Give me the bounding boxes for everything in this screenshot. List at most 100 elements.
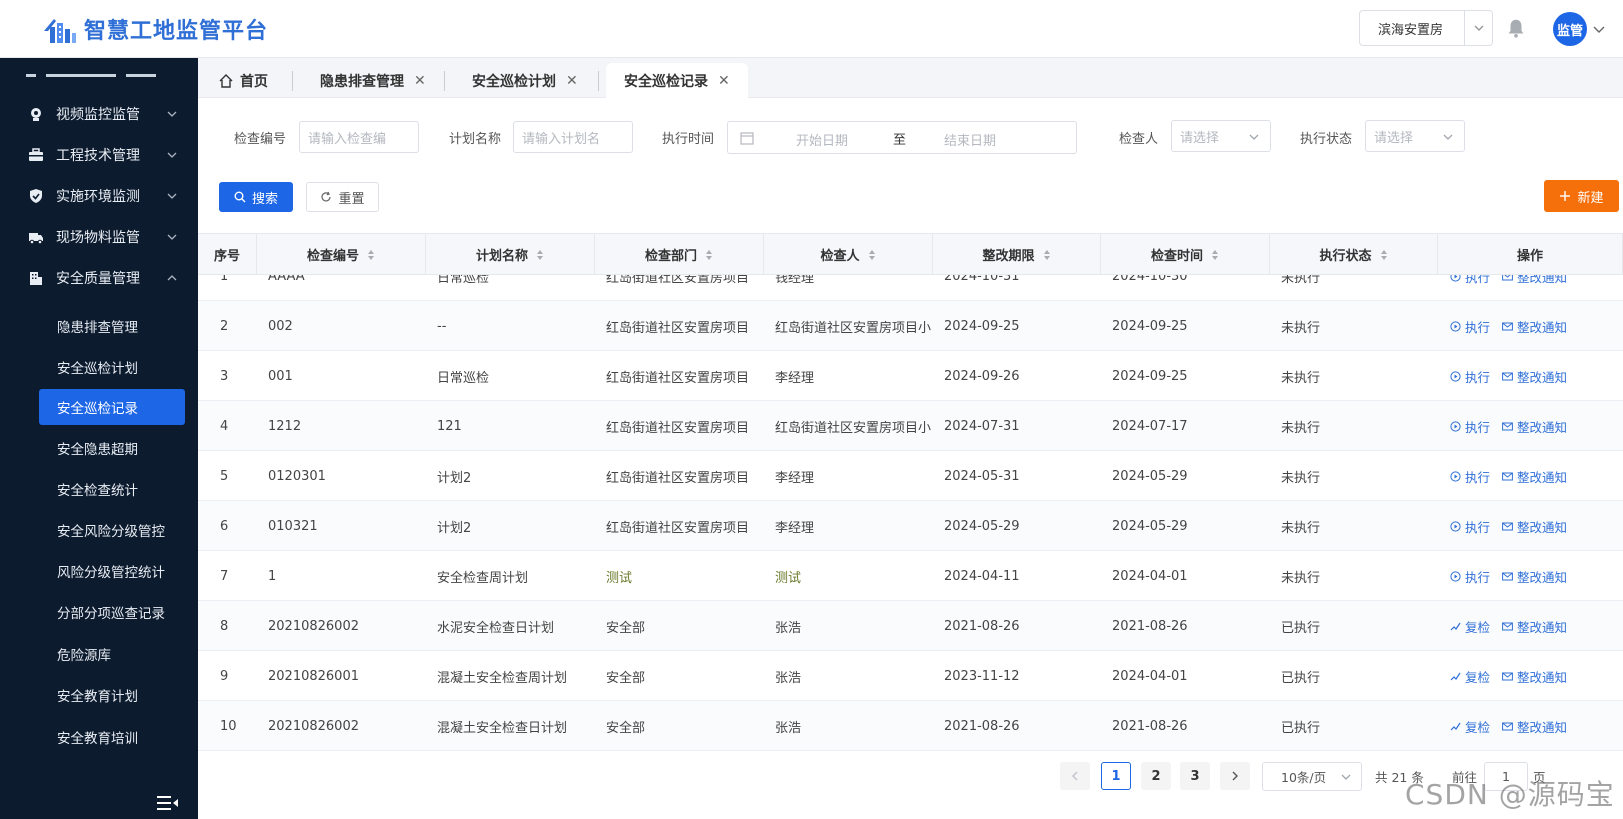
cell-dept: 安全部 (606, 670, 646, 686)
sidebar-menu-safety-quality[interactable]: 安全质量管理 (0, 258, 198, 298)
sort-icon[interactable] (1211, 249, 1219, 261)
sort-icon[interactable] (1043, 249, 1051, 261)
rectify-notice-button[interactable]: 整改通知 (1502, 367, 1567, 386)
chevron-down-icon (167, 193, 177, 199)
rectify-notice-button[interactable]: 整改通知 (1502, 317, 1567, 336)
page-button-2[interactable]: 2 (1141, 762, 1171, 790)
cell-actions: 执行 整改通知 (1450, 401, 1567, 451)
filter-inspector-select[interactable]: 请选择 (1171, 120, 1271, 152)
tab-label: 安全巡检计划 (472, 73, 556, 90)
sidebar-item-hazard-source[interactable]: 危险源库 (39, 636, 185, 672)
cell-code: 1 (268, 568, 277, 584)
action-label: 整改通知 (1517, 369, 1568, 385)
sidebar-item-hazard-check[interactable]: 隐患排查管理 (39, 308, 185, 344)
cell-time: 2021-08-26 (1112, 618, 1188, 634)
mail-icon (1502, 472, 1513, 480)
execute-button[interactable]: 执行 (1450, 367, 1490, 386)
rectify-notice-button[interactable]: 整改通知 (1502, 467, 1567, 486)
close-icon[interactable]: ✕ (566, 73, 578, 89)
recheck-button[interactable]: 复检 (1450, 617, 1490, 636)
chevron-up-icon (167, 275, 177, 281)
search-icon (234, 191, 246, 203)
date-range-separator: 至 (893, 133, 907, 148)
rectify-notice-button[interactable]: 整改通知 (1502, 417, 1567, 436)
records-table: 序号 检查编号 计划名称 检查部门 检查人 整改期限 检查时间 执行状态 操作 1 AAAA 日常巡… (198, 233, 1623, 755)
column-header[interactable]: 检查人 (764, 234, 933, 275)
sort-icon[interactable] (367, 249, 375, 261)
sidebar-menu-materials[interactable]: 现场物料监管 (0, 217, 198, 257)
sort-icon[interactable] (868, 249, 876, 261)
close-icon[interactable]: ✕ (414, 73, 426, 89)
tab-hazard-check[interactable]: 隐患排查管理 ✕ (320, 63, 426, 98)
cell-no: 4 (220, 418, 229, 434)
search-button[interactable]: 搜索 (219, 182, 293, 212)
execute-button[interactable]: 执行 (1450, 517, 1490, 536)
cell-dept: 红岛街道社区安置房项目 (606, 520, 750, 536)
sidebar-menu-environment[interactable]: 实施环境监测 (0, 176, 198, 216)
sidebar-item-risk-control[interactable]: 安全风险分级管控 (39, 512, 185, 548)
sidebar-item-edu-training[interactable]: 安全教育培训 (39, 719, 185, 755)
cell-no: 3 (220, 368, 229, 384)
avatar[interactable]: 监管 (1553, 12, 1587, 46)
filter-code-input[interactable]: 请输入检查编 (299, 121, 419, 153)
chevron-down-icon[interactable] (1592, 22, 1606, 36)
column-header[interactable]: 执行状态 (1270, 234, 1438, 275)
rectify-notice-button[interactable]: 整改通知 (1502, 717, 1567, 736)
sidebar-menu-engineering[interactable]: 工程技术管理 (0, 135, 198, 175)
sort-icon[interactable] (705, 249, 713, 261)
new-button[interactable]: 新建 (1544, 180, 1619, 212)
reset-button[interactable]: 重置 (306, 182, 379, 212)
cell-no: 8 (220, 618, 229, 634)
rectify-notice-button[interactable]: 整改通知 (1502, 617, 1567, 636)
tab-patrol-record[interactable]: 安全巡检记录 ✕ (606, 63, 748, 98)
filter-status-select[interactable]: 请选择 (1365, 120, 1465, 152)
column-header-label: 执行状态 (1319, 249, 1372, 264)
execute-button[interactable]: 执行 (1450, 467, 1490, 486)
sidebar-item-risk-stats[interactable]: 风险分级管控统计 (39, 553, 185, 589)
filter-plan-input[interactable]: 请输入计划名 (513, 121, 633, 153)
page-button-1[interactable]: 1 (1101, 762, 1131, 790)
rectify-notice-button[interactable]: 整改通知 (1502, 517, 1567, 536)
column-header-label: 检查时间 (1150, 249, 1203, 264)
recheck-button[interactable]: 复检 (1450, 667, 1490, 686)
sort-icon[interactable] (536, 249, 544, 261)
column-header[interactable]: 检查编号 (257, 234, 426, 275)
collapse-menu-icon[interactable] (157, 795, 179, 811)
rectify-notice-button[interactable]: 整改通知 (1502, 567, 1567, 586)
cell-plan: 安全检查周计划 (437, 570, 529, 586)
page-button-3[interactable]: 3 (1180, 762, 1210, 790)
sidebar-item-check-stats[interactable]: 安全检查统计 (39, 471, 185, 507)
sidebar-item-subitem-patrol[interactable]: 分部分项巡查记录 (39, 594, 185, 630)
sort-icon[interactable] (1380, 249, 1388, 261)
column-header[interactable]: 整改期限 (933, 234, 1101, 275)
column-header[interactable]: 计划名称 (426, 234, 595, 275)
column-header[interactable]: 检查部门 (595, 234, 764, 275)
prev-page-button[interactable] (1060, 762, 1090, 790)
execute-button[interactable]: 执行 (1450, 567, 1490, 586)
tab-home[interactable]: 首页 (218, 63, 268, 98)
sidebar-menu-video[interactable]: 视频监控监管 (0, 94, 198, 134)
execute-button[interactable]: 执行 (1450, 317, 1490, 336)
cell-status: 未执行 (1281, 320, 1321, 336)
action-label: 执行 (1465, 569, 1491, 585)
cell-inspector: 张浩 (775, 720, 802, 736)
project-select[interactable]: 滨海安置房 (1359, 10, 1493, 46)
tab-label: 安全巡检记录 (624, 73, 708, 90)
bell-icon[interactable] (1505, 17, 1527, 39)
cell-actions: 执行 整改通知 (1450, 351, 1567, 401)
sidebar-item-patrol-record[interactable]: 安全巡检记录 (39, 389, 185, 425)
tab-patrol-plan[interactable]: 安全巡检计划 ✕ (472, 63, 578, 98)
sidebar-item-patrol-plan[interactable]: 安全巡检计划 (39, 349, 185, 385)
sidebar-item-edu-plan[interactable]: 安全教育计划 (39, 677, 185, 713)
cell-no: 6 (220, 518, 229, 534)
column-header[interactable]: 检查时间 (1101, 234, 1270, 275)
rectify-notice-button[interactable]: 整改通知 (1502, 667, 1567, 686)
column-header-label: 整改期限 (982, 249, 1035, 264)
next-page-button[interactable] (1220, 762, 1250, 790)
recheck-button[interactable]: 复检 (1450, 717, 1490, 736)
execute-button[interactable]: 执行 (1450, 417, 1490, 436)
close-icon[interactable]: ✕ (718, 73, 730, 89)
filter-date-range[interactable]: 开始日期 至 结束日期 (727, 121, 1077, 154)
sidebar-item-hazard-overdue[interactable]: 安全隐患超期 (39, 430, 185, 466)
page-size-select[interactable]: 10条/页 (1262, 762, 1362, 791)
